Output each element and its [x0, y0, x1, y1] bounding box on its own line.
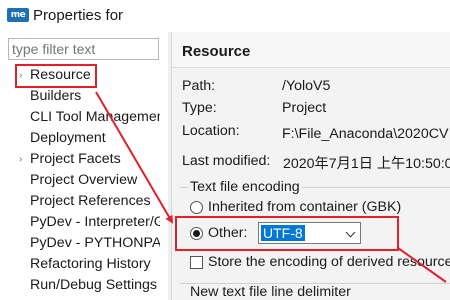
path-label: Path: — [182, 78, 216, 94]
store-encoding-checkbox[interactable] — [190, 256, 203, 269]
tree-item-project-references[interactable]: Project References — [30, 191, 160, 212]
app-icon: me — [7, 8, 29, 22]
encoding-group-title: Text file encoding — [188, 179, 302, 195]
page-title: Resource — [182, 43, 251, 60]
highlight-box-resource — [15, 64, 97, 88]
type-value: Project — [282, 100, 327, 116]
inherited-label[interactable]: Inherited from container (GBK) — [208, 199, 401, 215]
store-encoding-label[interactable]: Store the encoding of derived resources — [208, 254, 450, 270]
chevron-right-icon[interactable]: › — [19, 149, 22, 170]
window-title: Properties for — [33, 7, 124, 24]
tree-item-refactoring-history[interactable]: Refactoring History — [30, 254, 160, 275]
tree-item-pydev-interpreter[interactable]: PyDev - Interpreter/Grammar — [30, 212, 160, 233]
tree-item-deployment[interactable]: Deployment — [30, 128, 160, 149]
tree-item-pydev-pythonpath[interactable]: PyDev - PYTHONPATH — [30, 233, 160, 254]
tree-item-cli-tool-management[interactable]: CLI Tool Management — [30, 107, 160, 128]
type-label: Type: — [182, 100, 217, 116]
tree-item-project-overview[interactable]: Project Overview — [30, 170, 160, 191]
delimiter-group-title: New text file line delimiter — [188, 284, 353, 300]
filter-input[interactable] — [8, 38, 159, 60]
tree-item-run-debug-settings[interactable]: Run/Debug Settings — [30, 275, 160, 296]
location-value: F:\File_Anaconda\2020CV — [282, 126, 449, 142]
modified-value: 2020年7月1日 上午10:50:0 — [283, 156, 450, 172]
location-label: Location: — [182, 123, 240, 139]
tree-item-builders[interactable]: Builders — [30, 86, 160, 107]
title-bar: me Properties for — [0, 0, 450, 32]
tree-item-project-facets[interactable]: Project Facets — [30, 149, 160, 170]
resource-page: Resource Path: /YoloV5 Type: Project Loc… — [172, 32, 450, 300]
path-value: /YoloV5 — [282, 78, 331, 94]
inherited-radio[interactable] — [190, 201, 203, 214]
page-header: Resource — [172, 32, 450, 68]
modified-label: Last modified: — [182, 153, 271, 169]
navigation-pane: › Resource Builders CLI Tool Management … — [0, 32, 168, 300]
highlight-box-other — [175, 216, 399, 251]
